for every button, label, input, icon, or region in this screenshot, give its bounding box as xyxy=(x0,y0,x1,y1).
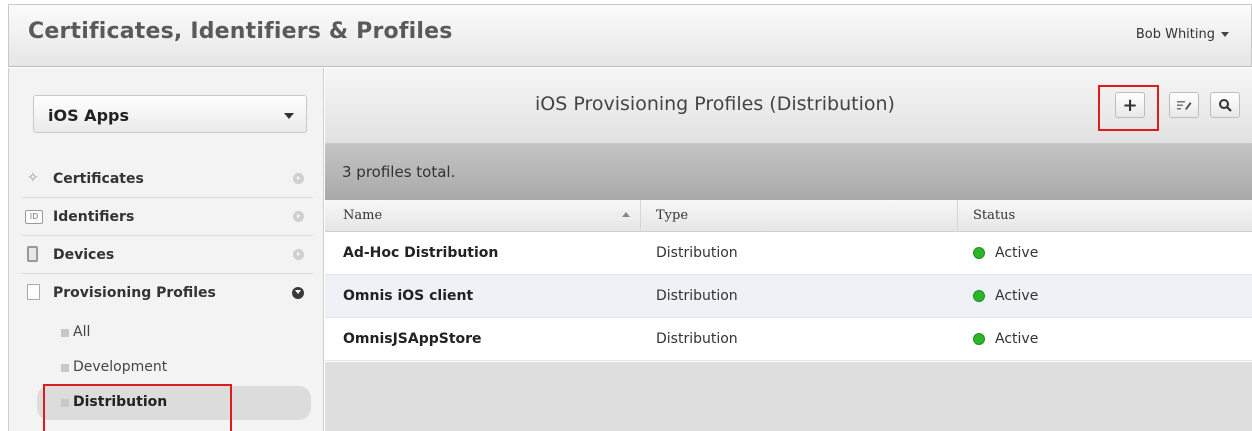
table-header: Name Type Status xyxy=(325,200,1252,232)
platform-select-label: iOS Apps xyxy=(48,106,129,125)
chevron-right-icon xyxy=(293,211,304,222)
chevron-right-icon xyxy=(293,173,304,184)
profile-type: Distribution xyxy=(656,288,738,304)
table-row[interactable]: Ad-Hoc Distribution Distribution Active xyxy=(325,232,1252,275)
status-active-icon xyxy=(973,333,985,345)
sidebar-subitem-development[interactable]: Development xyxy=(57,351,307,385)
sidebar-item-label: Provisioning Profiles xyxy=(53,285,216,301)
search-button[interactable] xyxy=(1210,92,1240,118)
profile-type: Distribution xyxy=(656,331,738,347)
profile-name: Omnis iOS client xyxy=(343,288,474,304)
highlight-box-add xyxy=(1098,85,1159,131)
sort-ascending-icon xyxy=(622,212,630,217)
status-text: Active xyxy=(995,245,1039,261)
profiles-count: 3 profiles total. xyxy=(342,163,456,181)
page: Certificates, Identifiers & Profiles Bob… xyxy=(0,0,1252,431)
bullet-icon xyxy=(61,329,69,337)
table-row[interactable]: OmnisJSAppStore Distribution Active xyxy=(325,318,1252,361)
highlight-box-distribution xyxy=(43,384,232,431)
profile-name: Ad-Hoc Distribution xyxy=(343,245,499,261)
column-header-type[interactable]: Type xyxy=(656,208,688,223)
sidebar-subitem-all[interactable]: All xyxy=(57,316,307,350)
page-title: Certificates, Identifiers & Profiles xyxy=(28,19,453,44)
profile-status: Active xyxy=(973,288,1038,304)
chevron-down-icon xyxy=(1221,32,1229,37)
sidebar-item-provisioning-profiles[interactable]: Provisioning Profiles xyxy=(21,274,313,312)
profiles-table: Name Type Status Ad-Hoc Distribution Dis… xyxy=(325,200,1252,361)
table-row[interactable]: Omnis iOS client Distribution Active xyxy=(325,275,1252,318)
sidebar-item-devices[interactable]: Devices xyxy=(21,236,313,274)
profile-type: Distribution xyxy=(656,245,738,261)
certificate-icon: ✧ xyxy=(27,170,39,186)
profile-status: Active xyxy=(973,331,1038,347)
edit-icon xyxy=(1177,101,1192,110)
user-menu[interactable]: Bob Whiting xyxy=(1136,27,1229,42)
column-divider xyxy=(957,200,958,232)
sidebar-subitem-label: All xyxy=(73,324,91,340)
user-name: Bob Whiting xyxy=(1135,27,1215,42)
sidebar-item-label: Devices xyxy=(53,247,115,263)
chevron-right-icon xyxy=(293,249,304,260)
sidebar-item-identifiers[interactable]: ID Identifiers xyxy=(21,198,313,236)
edit-button[interactable] xyxy=(1169,92,1199,118)
id-icon: ID xyxy=(25,210,43,224)
status-active-icon xyxy=(973,290,985,302)
platform-select[interactable]: iOS Apps xyxy=(33,95,307,133)
device-icon xyxy=(27,246,38,262)
profile-name: OmnisJSAppStore xyxy=(343,331,482,347)
column-header-status[interactable]: Status xyxy=(973,208,1015,223)
summary-bar: 3 profiles total. xyxy=(325,144,1252,200)
sidebar-item-certificates[interactable]: ✧ Certificates xyxy=(21,160,313,198)
column-header-name[interactable]: Name xyxy=(343,208,382,223)
sidebar-subitem-label: Development xyxy=(73,359,168,375)
status-text: Active xyxy=(995,288,1039,304)
sidebar: iOS Apps ✧ Certificates ID Identifiers D… xyxy=(8,68,324,431)
status-active-icon xyxy=(973,247,985,259)
top-bar: Certificates, Identifiers & Profiles Bob… xyxy=(8,4,1252,67)
document-icon xyxy=(27,284,40,300)
sidebar-item-label: Identifiers xyxy=(53,209,135,225)
column-divider xyxy=(640,200,641,232)
bullet-icon xyxy=(61,364,69,372)
content-heading: iOS Provisioning Profiles (Distribution) xyxy=(535,93,895,115)
status-text: Active xyxy=(995,331,1039,347)
profile-status: Active xyxy=(973,245,1038,261)
chevron-down-icon xyxy=(284,113,294,119)
content-empty-area xyxy=(325,362,1252,431)
search-icon xyxy=(1219,99,1232,112)
sidebar-item-label: Certificates xyxy=(53,171,144,187)
chevron-down-icon xyxy=(292,287,304,299)
